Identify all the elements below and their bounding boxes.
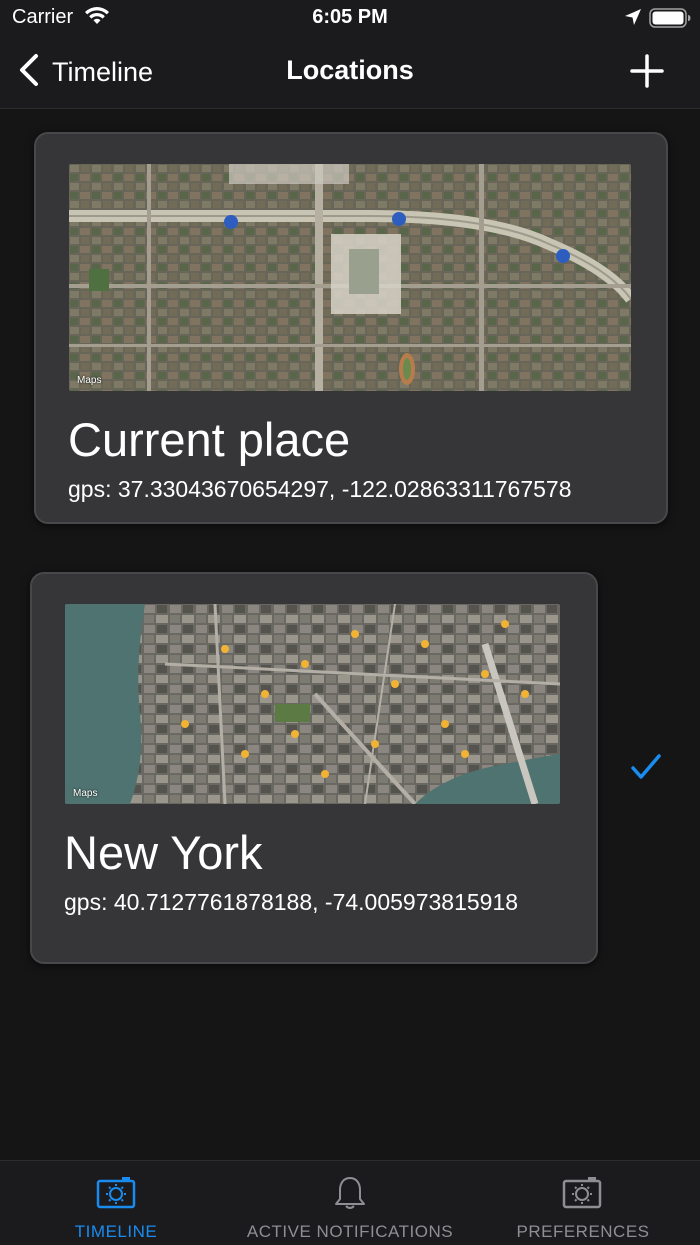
- location-title: Current place: [68, 413, 351, 466]
- tab-label: ACTIVE NOTIFICATIONS: [246, 1222, 454, 1241]
- tab-timeline[interactable]: TIMELINE: [56, 1161, 176, 1245]
- tab-active-notifications[interactable]: ACTIVE NOTIFICATIONS: [240, 1161, 460, 1245]
- location-arrow-icon: [624, 8, 642, 31]
- page-title: Locations: [286, 55, 414, 85]
- tab-preferences[interactable]: PREFERENCES: [512, 1161, 654, 1245]
- location-card[interactable]: Maps Current place gps: 37.3304367065429…: [34, 132, 668, 524]
- checkmark-icon: [630, 753, 662, 786]
- clock: 6:05 PM: [312, 6, 388, 28]
- location-gps: gps: 40.7127761878188, -74.005973815918: [64, 889, 519, 915]
- camera-sun-icon: [96, 1175, 136, 1214]
- maps-attribution: Maps: [77, 375, 102, 386]
- location-gps: gps: 37.33043670654297, -122.02863311767…: [68, 476, 572, 502]
- maps-attribution: Maps: [73, 788, 98, 799]
- locations-list: Maps Current place gps: 37.3304367065429…: [0, 109, 700, 1159]
- map-thumbnail: Maps: [65, 604, 560, 804]
- map-thumbnail: Maps: [69, 164, 631, 391]
- status-bar: Carrier 6:05 PM: [0, 0, 700, 36]
- plus-icon: [628, 54, 666, 94]
- location-card[interactable]: Maps New York gps: 40.7127761878188, -74…: [30, 572, 598, 964]
- location-title: New York: [64, 826, 263, 879]
- camera-gear-icon: [562, 1175, 602, 1214]
- add-location-button[interactable]: [628, 52, 666, 95]
- tab-label: PREFERENCES: [516, 1222, 650, 1241]
- battery-icon: [649, 8, 691, 33]
- bell-icon: [332, 1175, 368, 1216]
- tab-label: TIMELINE: [74, 1222, 158, 1241]
- navigation-bar: Timeline Locations: [0, 36, 700, 109]
- tab-bar: TIMELINE ACTIVE NOTIFICATIONS PREFERENCE…: [0, 1160, 700, 1245]
